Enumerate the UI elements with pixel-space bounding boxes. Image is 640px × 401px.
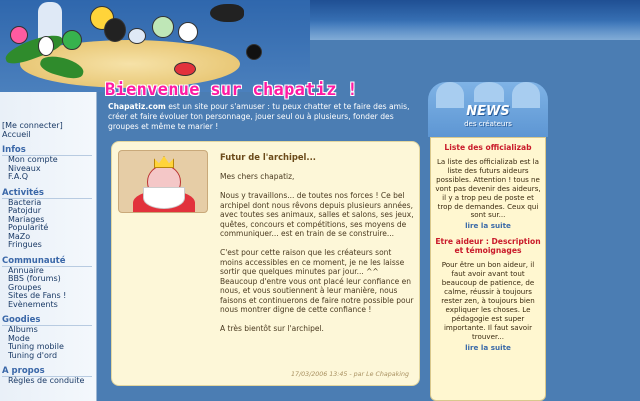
news-logo-sub: des créateurs [464,120,512,128]
dome-icon [436,82,464,108]
news-item-body: La liste des officializab est la liste d… [435,157,541,220]
mascot-icon [62,30,82,50]
left-nav: [Me connecter] Accueil Infos Mon compte Nive… [0,92,97,401]
crown-icon [154,156,174,168]
article-body: Mes chers chapatiz, Nous y travaillons..… [220,172,414,333]
news-list: Liste des officializab La liste des offic… [430,137,546,401]
mascot-icon [10,26,28,44]
mascot-icon [178,22,198,42]
site-name: Chapatiz.com [108,102,166,111]
nav-section-communaute: Communauté [2,256,92,267]
bird-icon [210,4,244,22]
island-banner-icon[interactable] [0,0,310,92]
mascot-icon [246,44,262,60]
dome-icon [474,82,504,102]
nav-section-activites: Activités [2,188,92,199]
news-item-body: Pour être un bon aideur, il faut avoir a… [441,260,535,341]
nav-item-evenements[interactable]: Evènements [2,300,96,310]
nav-item-regles-de-conduite[interactable]: Règles de conduite [2,376,96,386]
nav-item-f-a-q[interactable]: F.A.Q [2,172,96,182]
article-meta: 17/03/2006 13:45 - par Le Chapaking [290,371,409,378]
article-card: Futur de l'archipel... Mes chers chapati… [111,141,420,386]
mascot-icon [174,62,196,76]
dome-icon [512,82,540,108]
news-logo-main: NEWS [466,104,510,119]
nav-item-fringues[interactable]: Fringues [2,240,96,250]
nav-item-tuning-d-ord[interactable]: Tuning d'ord [2,351,96,361]
news-logo: NEWS des créateurs [444,104,532,130]
news-panel: NEWS des créateurs Liste des officializa… [428,82,548,401]
news-banner: NEWS des créateurs [428,82,548,137]
read-more-link[interactable]: lire la suite [435,221,541,230]
article-headline: Futur de l'archipel... [220,152,316,162]
news-item-title[interactable]: Etre aideur : Description et témoignages [435,237,541,255]
news-item-title[interactable]: Liste des officializab [435,143,541,152]
mascot-icon [152,16,174,38]
mascot-icon [104,18,126,42]
mascot-icon [38,36,54,56]
home-link[interactable]: Accueil [2,130,96,140]
intro-text: Chapatiz.com est un site pour s'amuser :… [108,102,413,133]
king-avatar-icon [118,150,208,213]
king-beard [143,187,185,209]
read-more-link[interactable]: lire la suite [435,343,541,352]
page-title: Bienvenue sur chapatiz ! [105,80,358,100]
mascot-icon [128,28,146,44]
